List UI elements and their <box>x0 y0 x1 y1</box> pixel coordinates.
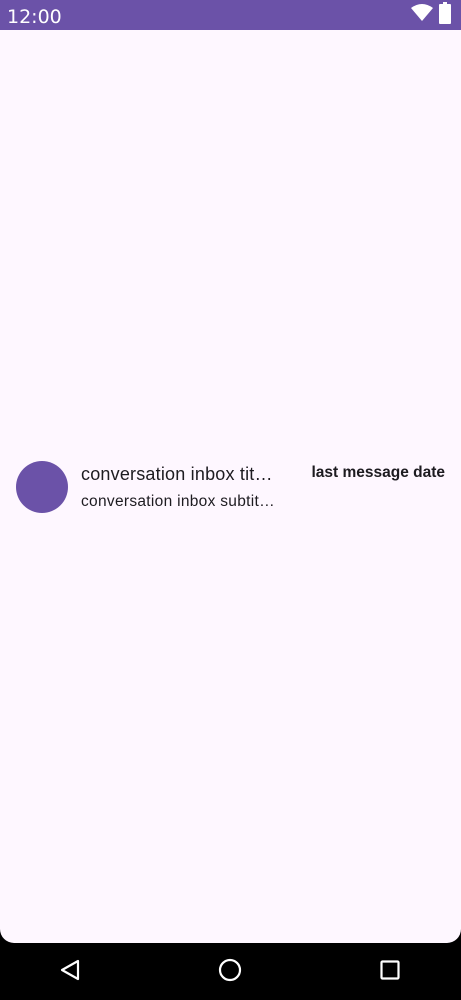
back-icon <box>59 959 81 986</box>
back-button[interactable] <box>55 957 85 987</box>
status-icons <box>411 1 451 29</box>
status-bar: 12:00 <box>0 0 461 30</box>
recents-button[interactable] <box>375 957 405 987</box>
last-message-date: last message date <box>311 464 445 481</box>
status-time: 12:00 <box>7 6 62 28</box>
home-icon <box>218 958 242 987</box>
recents-icon <box>380 959 400 985</box>
home-button[interactable] <box>215 957 245 987</box>
navigation-bar <box>0 943 461 1000</box>
battery-icon <box>439 1 451 29</box>
device-frame: 12:00 conversation inbox tit… conversati… <box>0 0 461 1000</box>
inbox-screen: conversation inbox tit… conversation inb… <box>0 30 461 943</box>
conversation-subtitle: conversation inbox subtit… <box>81 493 275 510</box>
conversation-title: conversation inbox tit… <box>81 464 273 484</box>
avatar <box>16 461 68 513</box>
conversation-list-item[interactable]: conversation inbox tit… conversation inb… <box>0 456 461 516</box>
wifi-icon <box>411 3 433 27</box>
